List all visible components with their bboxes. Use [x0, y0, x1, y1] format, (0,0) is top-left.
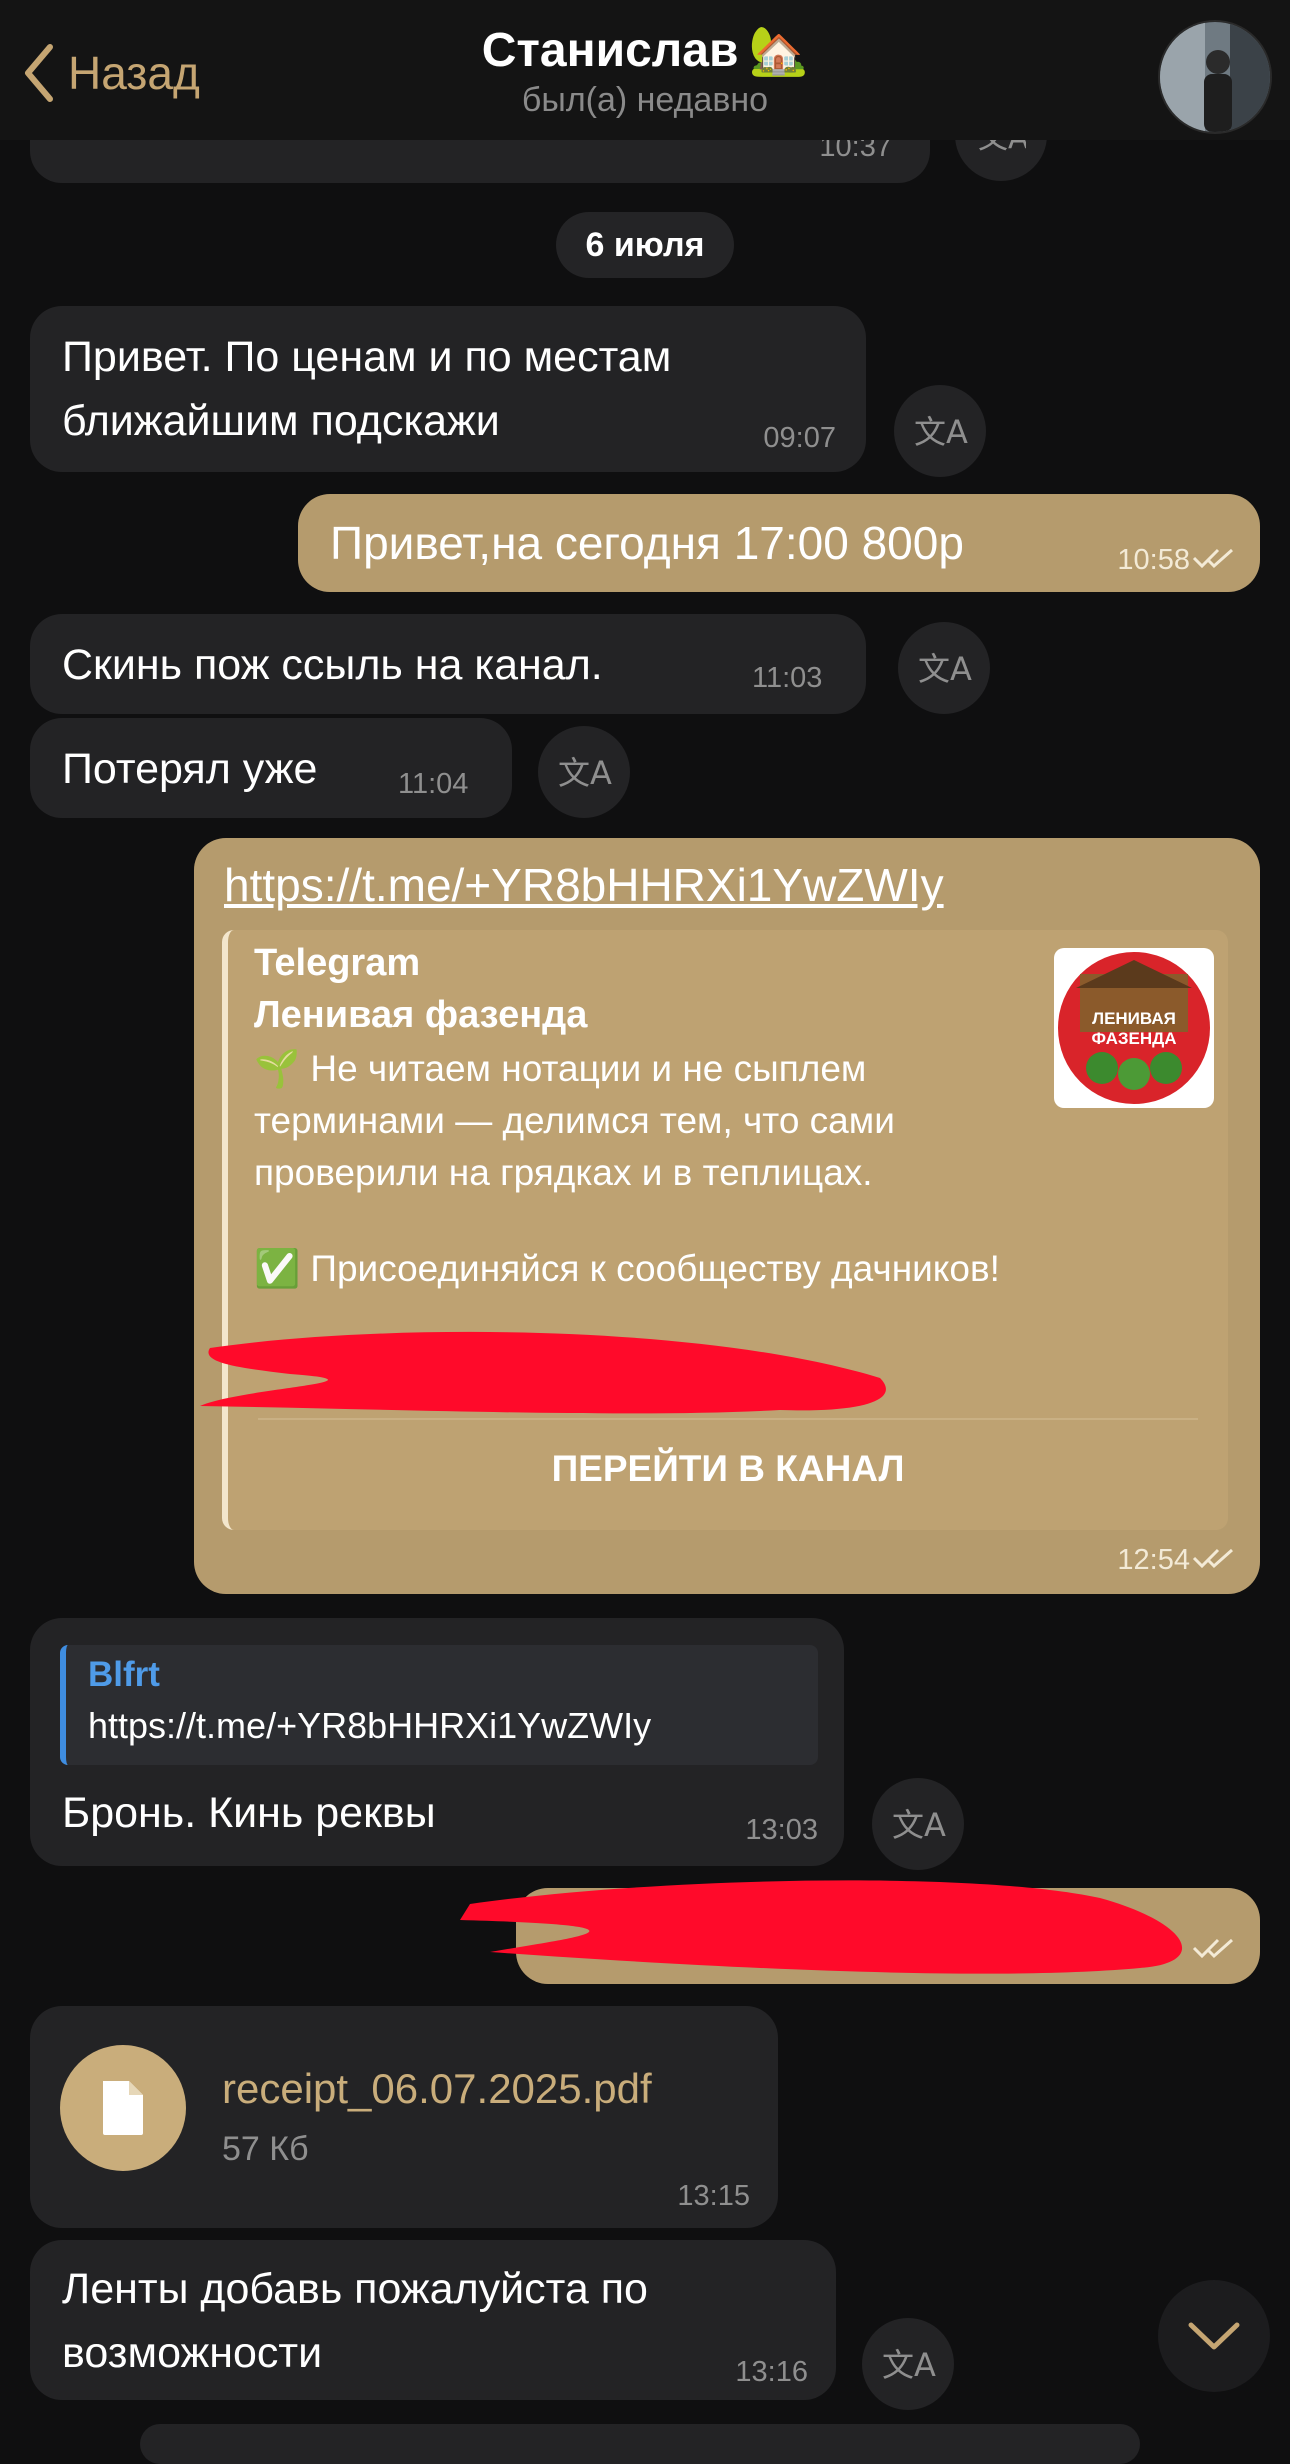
- message-text-line: ближайшим подскажи: [62, 397, 500, 445]
- message-bubble-outgoing[interactable]: Привет,на сегодня 17:00 800р 10:58: [298, 494, 1260, 592]
- redaction-scribble: [460, 1880, 1183, 1974]
- chat-header: Назад Станислав 🏡 был(а) недавно: [0, 0, 1290, 140]
- contact-avatar[interactable]: [1158, 20, 1272, 134]
- preview-description-line: 🌱 Не читаем нотации и не сыплем: [254, 1048, 867, 1089]
- channel-logo: ЛЕНИВАЯ ФАЗЕНДА: [1054, 948, 1214, 1108]
- contact-emoji: 🏡: [748, 25, 809, 78]
- link-preview-card[interactable]: Telegram Ленивая фазенда 🌱 Не читаем нот…: [222, 930, 1228, 1530]
- translate-button[interactable]: 文A: [898, 622, 990, 714]
- chat-title-area[interactable]: Станислав 🏡 был(а) недавно: [0, 22, 1290, 120]
- preview-cta-line: ✅ Присоединяйся к сообществу дачников!: [254, 1248, 1000, 1289]
- logo-text-line: ЛЕНИВАЯ: [1092, 1009, 1176, 1028]
- preview-site-name: Telegram: [254, 942, 421, 984]
- redaction-scribble: [200, 1331, 886, 1414]
- message-bubble[interactable]: Привет. По ценам и по местам ближайшим п…: [30, 306, 866, 472]
- translate-icon: 文A: [918, 650, 972, 688]
- translate-button[interactable]: 文A: [538, 726, 630, 818]
- message-time: 11:03: [752, 662, 823, 694]
- reply-author: Blfrt: [88, 1655, 160, 1694]
- chevron-down-icon: [1188, 2322, 1240, 2350]
- double-check-icon: [1192, 1548, 1233, 1569]
- message-time: 10:58: [1117, 544, 1190, 576]
- preview-channel-name: Ленивая фазенда: [254, 994, 588, 1036]
- svg-text:文A: 文A: [914, 413, 968, 451]
- file-size: 57 Кб: [222, 2130, 309, 2168]
- message-bubble[interactable]: Потерял уже 11:04: [30, 718, 512, 818]
- scroll-to-bottom-button[interactable]: [1158, 2280, 1270, 2392]
- reply-text: https://t.me/+YR8bHHRXi1YwZWIy: [88, 1705, 652, 1746]
- message-text: Скинь пож ссыль на канал.: [62, 641, 603, 689]
- date-separator: 6 июля: [556, 212, 734, 278]
- message-time: 09:07: [763, 422, 836, 454]
- preview-description-line: терминами — делимся тем, что сами: [254, 1100, 895, 1141]
- file-download-button[interactable]: [60, 2045, 186, 2171]
- message-time: 13:15: [677, 2180, 750, 2212]
- message-text: Потерял уже: [62, 745, 318, 793]
- message-text-line: Ленты добавь пожалуйста по: [62, 2265, 648, 2313]
- message-time: 11:04: [398, 768, 469, 800]
- message-text: Бронь. Кинь реквы: [62, 1789, 436, 1837]
- translate-button[interactable]: 文A: [894, 385, 986, 477]
- preview-description-line: проверили на грядках и в теплицах.: [254, 1152, 873, 1193]
- double-check-icon: [1192, 548, 1233, 569]
- message-bubble[interactable]: Ленты добавь пожалуйста по возможности 1…: [30, 2240, 836, 2400]
- file-name[interactable]: receipt_06.07.2025.pdf: [222, 2058, 652, 2120]
- channel-link[interactable]: https://t.me/+YR8bHHRXi1YwZWIy: [224, 858, 944, 912]
- contact-name: Станислав: [481, 24, 739, 77]
- document-icon: [103, 2081, 143, 2135]
- translate-icon: 文A: [914, 413, 968, 451]
- svg-text:文A: 文A: [918, 650, 972, 688]
- message-time: 13:03: [745, 1814, 818, 1846]
- translate-button[interactable]: 文A: [862, 2318, 954, 2410]
- message-text: Привет,на сегодня 17:00 800р: [330, 517, 964, 569]
- message-time: 12:54: [1117, 1544, 1190, 1576]
- svg-text:文A: 文A: [892, 1806, 946, 1844]
- open-channel-button[interactable]: ПЕРЕЙТИ В КАНАЛ: [228, 1448, 1228, 1490]
- svg-text:文A: 文A: [558, 754, 612, 792]
- reply-quote[interactable]: Blfrt https://t.me/+YR8bHHRXi1YwZWIy: [60, 1645, 818, 1765]
- translate-icon: 文A: [558, 754, 612, 792]
- message-text-line: возможности: [62, 2329, 323, 2377]
- svg-text:文A: 文A: [882, 2346, 936, 2384]
- translate-button[interactable]: 文A: [872, 1778, 964, 1870]
- message-time: 13:16: [735, 2356, 808, 2388]
- logo-text-line: ФАЗЕНДА: [1091, 1029, 1176, 1048]
- message-bubble-cropped: [140, 2424, 1140, 2464]
- last-seen-status: был(а) недавно: [521, 81, 769, 119]
- message-bubble[interactable]: Скинь пож ссыль на канал. 11:03: [30, 614, 866, 714]
- translate-icon: 文A: [882, 2346, 936, 2384]
- message-text-line: Привет. По ценам и по местам: [62, 333, 672, 381]
- translate-icon: 文A: [892, 1806, 946, 1844]
